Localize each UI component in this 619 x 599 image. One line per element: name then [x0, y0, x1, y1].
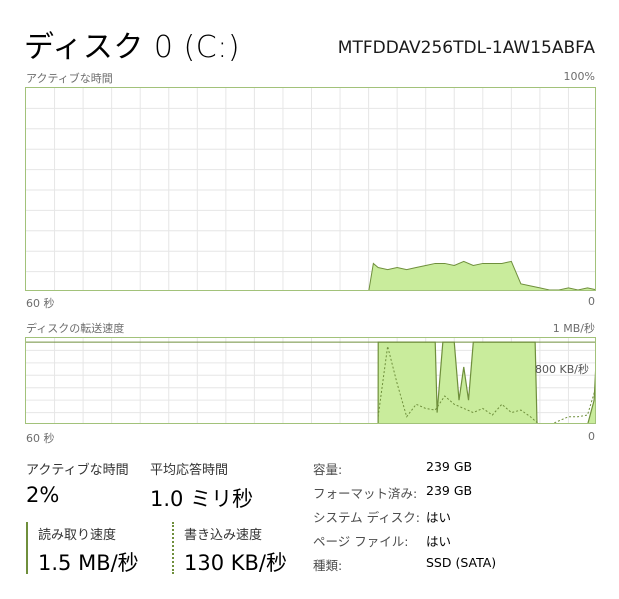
response-time-stat-value: 1.0 ミリ秒 — [150, 487, 254, 511]
transfer-chart-time-label: 60 秒 — [26, 432, 55, 445]
active-chart-time-label: 60 秒 — [26, 297, 55, 310]
info-key-system-disk: システム ディスク: — [313, 510, 420, 525]
disk-model: MTFDDAV256TDL-1AW15ABFA — [337, 38, 595, 58]
transfer-chart-label: ディスクの転送速度 — [26, 322, 125, 335]
active-time-chart — [25, 87, 596, 291]
write-speed-indicator — [172, 522, 174, 574]
active-chart-label: アクティブな時間 — [26, 72, 113, 85]
read-speed-label: 読み取り速度 — [38, 528, 117, 543]
transfer-rate-graph — [26, 338, 595, 423]
active-time-stat-value: 2% — [26, 483, 60, 507]
info-key-page-file: ページ ファイル: — [313, 534, 409, 549]
write-speed-label: 書き込み速度 — [184, 528, 263, 543]
transfer-chart-max-label: 1 MB/秒 — [552, 322, 595, 335]
transfer-chart-min-label: 0 — [588, 430, 595, 443]
active-time-stat-label: アクティブな時間 — [26, 463, 129, 478]
write-speed-value: 130 KB/秒 — [184, 551, 288, 575]
info-key-type: 種類: — [313, 558, 343, 573]
disk-title: ディスク 0 (C:) — [24, 30, 241, 65]
response-time-stat-label: 平均応答時間 — [150, 463, 229, 478]
transfer-rate-chart: 800 KB/秒 — [25, 337, 596, 424]
active-time-graph — [26, 88, 595, 290]
info-key-capacity: 容量: — [313, 462, 343, 477]
info-value-page-file: はい — [426, 534, 452, 549]
info-value-system-disk: はい — [426, 510, 452, 525]
info-value-capacity: 239 GB — [426, 459, 473, 474]
info-value-formatted: 239 GB — [426, 483, 473, 498]
info-key-formatted: フォーマット済み: — [313, 486, 418, 501]
read-speed-indicator — [26, 522, 28, 574]
read-speed-value: 1.5 MB/秒 — [38, 551, 139, 575]
active-chart-min-label: 0 — [588, 295, 595, 308]
transfer-ref-label: 800 KB/秒 — [535, 363, 589, 376]
active-chart-max-label: 100% — [563, 70, 595, 83]
info-value-type: SSD (SATA) — [426, 555, 497, 570]
